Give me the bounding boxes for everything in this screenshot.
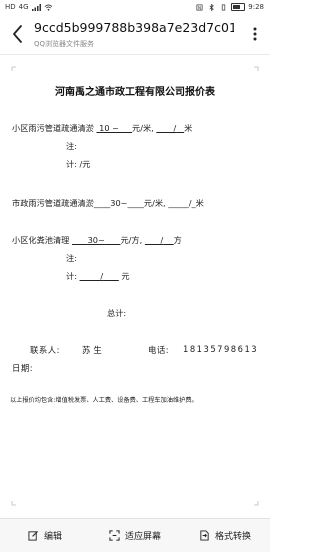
line-item-community-pipe: 小区雨污管道疏通清淤 10 ~ 元/米, _/ 米 [12, 122, 192, 134]
line-item-septic-tank: 小区化粪池清理 30~ 元/方, / 方 [12, 234, 182, 246]
convert-icon [200, 530, 209, 541]
bluetooth-icon [209, 3, 215, 11]
date-label: 日期: [12, 363, 34, 373]
battery-icon [231, 3, 246, 11]
document-page[interactable]: 河南禹之通市政工程有限公司报价表 小区雨污管道疏通清淤 10 ~ 元/米, _/… [0, 55, 270, 518]
footnote: 以上报价均包含:增值税发票、人工费、设备费、工程车加油维护费。 [10, 397, 198, 404]
fit-screen-icon [109, 530, 120, 541]
bottom-toolbar: 编辑 适应屏幕 格式转换 [0, 518, 270, 552]
header-subtitle: QQ浏览器文件服务 [34, 40, 95, 48]
svg-text:N: N [198, 5, 201, 11]
note-label: 注: [66, 141, 77, 151]
item-quantity: / [160, 235, 164, 245]
contact-person-label: 联系人: [30, 345, 60, 355]
item-unit: 元/方, [120, 235, 143, 245]
crop-mark-icon [11, 66, 16, 71]
clock: 9:28 [248, 3, 264, 11]
item-quantity: _/ [169, 123, 177, 133]
phone-label: 电话: [148, 345, 170, 355]
carrier-label: HD [5, 3, 16, 11]
crop-mark-icon [254, 66, 259, 71]
line-item-municipal-pipe: 市政雨污管道疏通清淤____30~____元/米, _____/_米 [12, 198, 204, 208]
vibrate-icon [222, 4, 226, 10]
contact-person-name: 苏生 [82, 345, 105, 355]
subtotal-label: 计: /元 [66, 159, 91, 169]
crop-mark-icon [11, 501, 16, 506]
network-label: 4G [18, 3, 29, 11]
status-bar: HD 4G N 81 9:28 [0, 0, 270, 14]
item-price: 30~ [87, 235, 105, 245]
format-convert-button[interactable]: 格式转换 [180, 519, 270, 552]
edit-icon [28, 530, 38, 541]
fit-screen-button[interactable]: 适应屏幕 [90, 519, 180, 552]
edit-button[interactable]: 编辑 [0, 519, 90, 552]
edit-label: 编辑 [43, 532, 62, 542]
format-convert-label: 格式转换 [214, 532, 251, 542]
crop-mark-icon [254, 501, 259, 506]
back-icon[interactable] [8, 22, 28, 46]
note-label: 注: [66, 253, 77, 263]
more-options-icon[interactable] [246, 24, 264, 44]
item-price: 10 ~ [99, 123, 119, 133]
phone-number[interactable]: 18135798613 [183, 344, 258, 354]
nfc-icon: N [196, 4, 203, 11]
signal-icon [31, 3, 41, 11]
item-unit: 元/米, [132, 123, 154, 133]
item-name: 小区化粪池清理 [12, 235, 70, 245]
grand-total-label: 总计: [107, 308, 127, 318]
document-filename: 9ccd5b999788b398a7e23d7c01... [34, 20, 234, 35]
subtotal-line: 计: / 元 [66, 271, 130, 281]
app-header: 9ccd5b999788b398a7e23d7c01... QQ浏览器文件服务 [0, 14, 270, 55]
fit-screen-label: 适应屏幕 [124, 532, 161, 542]
item-qty-unit: 米 [184, 123, 193, 133]
wifi-icon [44, 3, 52, 11]
item-qty-unit: 方 [173, 235, 182, 245]
item-name: 小区雨污管道疏通清淤 [12, 123, 94, 133]
document-title: 河南禹之通市政工程有限公司报价表 [55, 87, 215, 98]
